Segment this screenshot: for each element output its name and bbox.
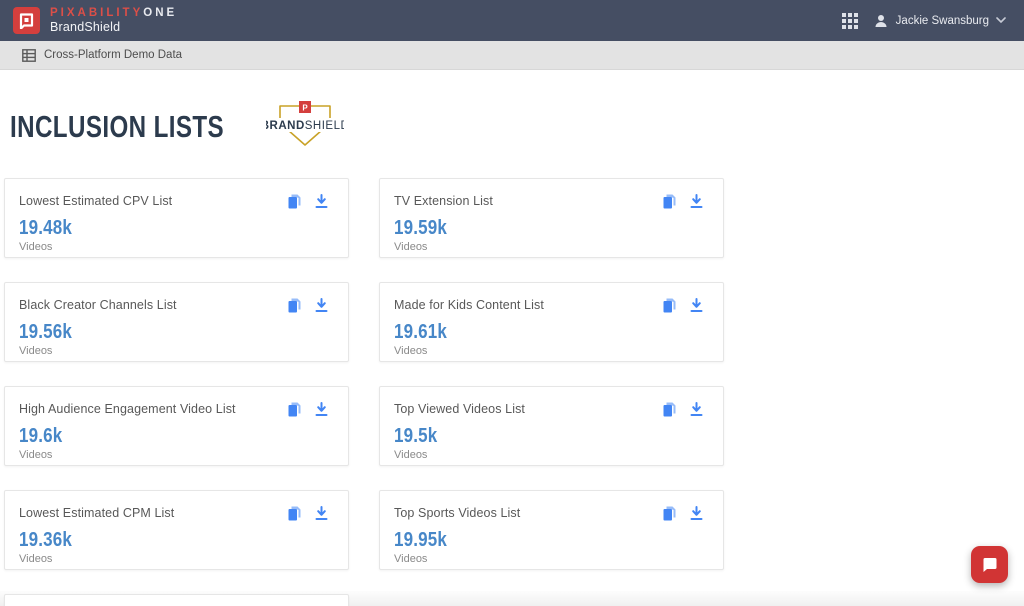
list-card: Made for Kids Content List 19.61k Videos xyxy=(379,282,724,362)
brandshield-logo-brand: BRAND xyxy=(266,120,305,132)
video-count: 19.6k xyxy=(19,425,62,448)
list-card: Top Music Videos List xyxy=(4,594,349,606)
apps-grid-icon[interactable] xyxy=(841,12,859,30)
page-header: INCLUSION LISTS P BRANDSHIELD xyxy=(10,104,1024,150)
card-actions xyxy=(288,298,328,313)
video-count-unit: Videos xyxy=(394,449,709,461)
download-icon[interactable] xyxy=(690,194,703,209)
data-table-icon xyxy=(22,49,36,62)
copy-icon[interactable] xyxy=(288,194,301,209)
video-count-unit: Videos xyxy=(19,345,334,357)
download-icon[interactable] xyxy=(315,506,328,521)
main-content: INCLUSION LISTS P BRANDSHIELD Lowest Est… xyxy=(0,104,1024,606)
video-count: 19.5k xyxy=(394,425,437,448)
breadcrumb-label: Cross-Platform Demo Data xyxy=(44,49,182,61)
list-card: Top Sports Videos List 19.95k Videos xyxy=(379,490,724,570)
brand-suffix: ONE xyxy=(143,7,177,19)
video-count-unit: Videos xyxy=(394,241,709,253)
video-count-unit: Videos xyxy=(394,553,709,565)
brand-text: PIXABILITYONE BrandShield xyxy=(50,7,177,35)
list-card-title: Lowest Estimated CPV List xyxy=(19,194,172,208)
video-count: 19.95k xyxy=(394,529,447,552)
list-card: Top Viewed Videos List 19.5k Videos xyxy=(379,386,724,466)
copy-icon[interactable] xyxy=(663,402,676,417)
list-card-title: TV Extension List xyxy=(394,194,493,208)
card-actions xyxy=(663,298,703,313)
video-count: 19.48k xyxy=(19,217,72,240)
video-count: 19.59k xyxy=(394,217,447,240)
top-navbar: PIXABILITYONE BrandShield Jackie Swansbu… xyxy=(0,0,1024,41)
navbar-right: Jackie Swansburg xyxy=(841,12,1006,30)
download-icon[interactable] xyxy=(315,298,328,313)
card-actions xyxy=(663,194,703,209)
download-icon[interactable] xyxy=(690,506,703,521)
copy-icon[interactable] xyxy=(663,194,676,209)
breadcrumb[interactable]: Cross-Platform Demo Data xyxy=(0,41,1024,70)
card-actions xyxy=(288,402,328,417)
list-card-title: Top Sports Videos List xyxy=(394,506,520,520)
user-menu[interactable]: Jackie Swansburg xyxy=(873,13,1006,29)
person-icon xyxy=(873,13,889,29)
svg-text:P: P xyxy=(303,104,309,113)
download-icon[interactable] xyxy=(315,194,328,209)
video-count-unit: Videos xyxy=(394,345,709,357)
download-icon[interactable] xyxy=(315,402,328,417)
copy-icon[interactable] xyxy=(288,298,301,313)
product-name: BrandShield xyxy=(50,20,177,34)
chat-button[interactable] xyxy=(971,546,1008,583)
card-actions xyxy=(663,402,703,417)
list-card-title: Lowest Estimated CPM List xyxy=(19,506,174,520)
video-count: 19.56k xyxy=(19,321,72,344)
card-actions xyxy=(288,194,328,209)
list-card-title: High Audience Engagement Video List xyxy=(19,402,236,416)
page-title: INCLUSION LISTS xyxy=(10,109,224,145)
card-grid: Lowest Estimated CPV List 19.48k Videos xyxy=(4,178,1024,606)
download-icon[interactable] xyxy=(690,402,703,417)
list-card-title: Made for Kids Content List xyxy=(394,298,544,312)
card-actions xyxy=(288,506,328,521)
copy-icon[interactable] xyxy=(663,298,676,313)
copy-icon[interactable] xyxy=(288,402,301,417)
list-card: TV Extension List 19.59k Videos xyxy=(379,178,724,258)
copy-icon[interactable] xyxy=(663,506,676,521)
list-card: Black Creator Channels List 19.56k Video… xyxy=(4,282,349,362)
download-icon[interactable] xyxy=(690,298,703,313)
brandshield-logo-shield: SHIELD xyxy=(305,120,344,132)
video-count-unit: Videos xyxy=(19,553,334,565)
card-actions xyxy=(663,506,703,521)
video-count: 19.61k xyxy=(394,321,447,344)
list-card-title: Black Creator Channels List xyxy=(19,298,177,312)
copy-icon[interactable] xyxy=(288,506,301,521)
video-count-unit: Videos xyxy=(19,241,334,253)
list-card: Lowest Estimated CPM List 19.36k Videos xyxy=(4,490,349,570)
list-card: Lowest Estimated CPV List 19.48k Videos xyxy=(4,178,349,258)
video-count-unit: Videos xyxy=(19,449,334,461)
list-card-title: Top Viewed Videos List xyxy=(394,402,525,416)
brandshield-logo: P BRANDSHIELD xyxy=(266,99,344,151)
chevron-down-icon xyxy=(996,17,1006,24)
chat-bubble-icon xyxy=(981,556,998,573)
pixability-logo-icon xyxy=(13,7,40,34)
brand-group[interactable]: PIXABILITYONE BrandShield xyxy=(13,7,177,35)
list-card: High Audience Engagement Video List 19.6… xyxy=(4,386,349,466)
video-count: 19.36k xyxy=(19,529,72,552)
svg-text:BRANDSHIELD: BRANDSHIELD xyxy=(266,120,344,132)
brand-name: PIXABILITY xyxy=(50,7,143,19)
user-name: Jackie Swansburg xyxy=(896,15,989,27)
